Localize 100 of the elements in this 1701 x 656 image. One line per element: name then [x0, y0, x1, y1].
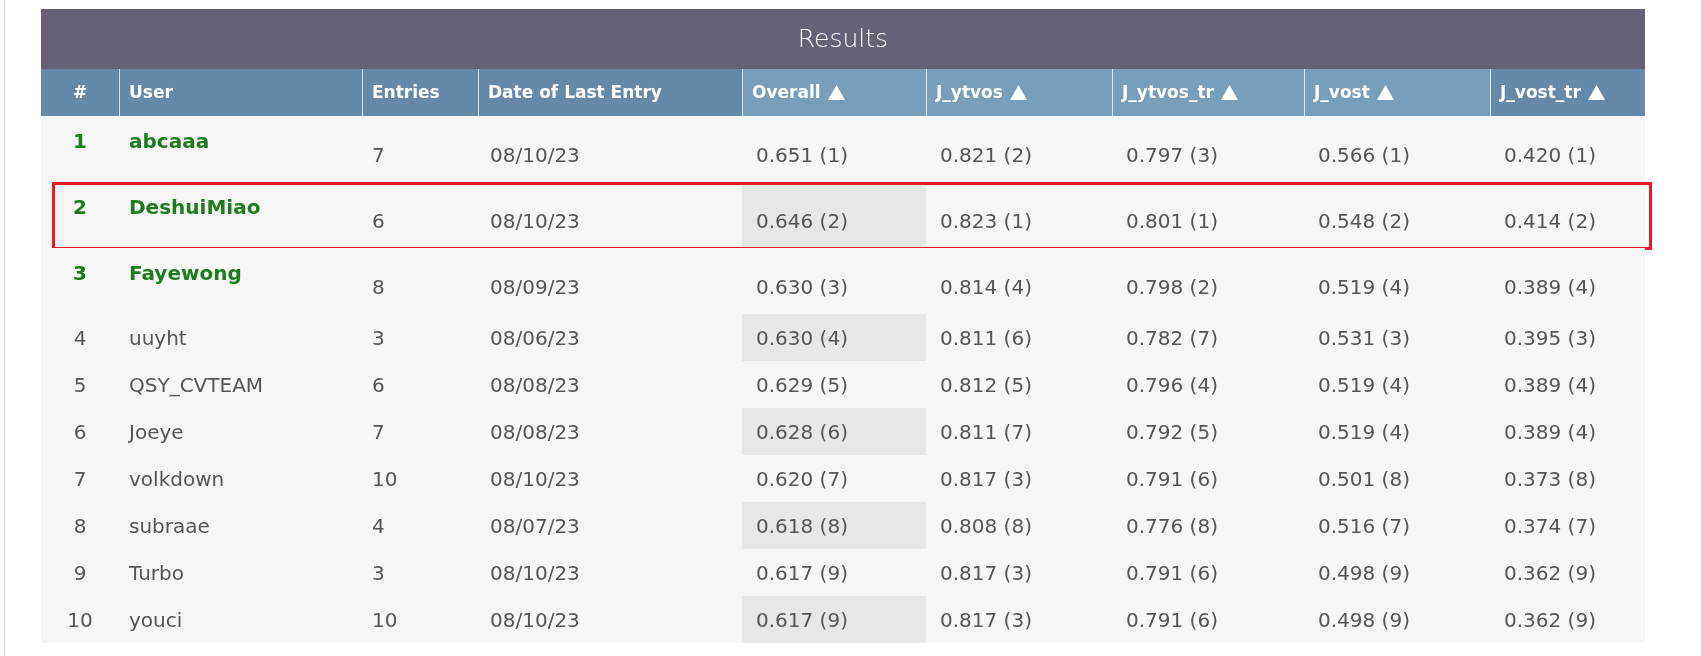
user-name: DeshuiMiao: [129, 194, 261, 221]
entries-count: 4: [372, 512, 385, 540]
score-value: 0.630 (4): [756, 324, 848, 352]
score-value: 0.414 (2): [1504, 208, 1596, 235]
user-name: QSY_CVTEAM: [129, 371, 264, 399]
column-header: Date of Last Entry: [478, 69, 742, 116]
entry-date: 08/06/23: [490, 324, 580, 352]
score-value: 0.420 (1): [1504, 142, 1596, 169]
score-value: 0.617 (9): [756, 559, 848, 587]
rank: 3: [73, 260, 87, 287]
score-value: 0.791 (6): [1126, 465, 1218, 493]
user-name: abcaaa: [129, 128, 210, 155]
score-value: 0.776 (8): [1126, 512, 1218, 540]
score-value: 0.498 (9): [1318, 606, 1410, 634]
entries-count: 7: [372, 418, 385, 446]
score-value: 0.629 (5): [756, 371, 848, 399]
score-value: 0.812 (5): [940, 371, 1032, 399]
column-header: Entries: [362, 69, 478, 116]
entry-date: 08/10/23: [490, 559, 580, 587]
user-name: uuyht: [129, 324, 187, 352]
score-value: 0.501 (8): [1318, 465, 1410, 493]
score-value: 0.362 (9): [1504, 606, 1596, 634]
score-value: 0.620 (7): [756, 465, 848, 493]
score-value: 0.618 (8): [756, 512, 848, 540]
score-value: 0.519 (4): [1318, 418, 1410, 446]
score-value: 0.519 (4): [1318, 274, 1410, 301]
user-name: Turbo: [129, 559, 184, 587]
score-value: 0.374 (7): [1504, 512, 1596, 540]
score-value: 0.801 (1): [1126, 208, 1218, 235]
score-value: 0.817 (3): [940, 465, 1032, 493]
score-value: 0.791 (6): [1126, 559, 1218, 587]
entries-count: 6: [372, 371, 385, 399]
column-header[interactable]: J_ytvos: [926, 69, 1112, 116]
score-value: 0.646 (2): [756, 208, 848, 235]
score-value: 0.389 (4): [1504, 418, 1596, 446]
table-title: Results: [41, 9, 1645, 69]
rank: 10: [67, 606, 93, 634]
score-value: 0.630 (3): [756, 274, 848, 301]
column-header: User: [119, 69, 362, 116]
rank: 8: [73, 512, 87, 540]
score-value: 0.617 (9): [756, 606, 848, 634]
entries-count: 3: [372, 559, 385, 587]
column-header[interactable]: J_vost: [1304, 69, 1490, 116]
entries-count: 8: [372, 274, 385, 301]
score-value: 0.782 (7): [1126, 324, 1218, 352]
entry-date: 08/09/23: [490, 274, 580, 301]
entry-date: 08/10/23: [490, 142, 580, 169]
entry-date: 08/10/23: [490, 465, 580, 493]
score-value: 0.373 (8): [1504, 465, 1596, 493]
entry-date: 08/08/23: [490, 418, 580, 446]
entries-count: 10: [372, 606, 398, 634]
entry-date: 08/10/23: [490, 606, 580, 634]
score-value: 0.395 (3): [1504, 324, 1596, 352]
score-value: 0.821 (2): [940, 142, 1032, 169]
entries-count: 6: [372, 208, 385, 235]
score-value: 0.389 (4): [1504, 371, 1596, 399]
rank: 4: [73, 324, 87, 352]
entries-count: 10: [372, 465, 398, 493]
score-value: 0.548 (2): [1318, 208, 1410, 235]
score-value: 0.811 (7): [940, 418, 1032, 446]
rank: 2: [73, 194, 87, 221]
score-value: 0.796 (4): [1126, 371, 1218, 399]
score-value: 0.531 (3): [1318, 324, 1410, 352]
score-value: 0.519 (4): [1318, 371, 1410, 399]
user-name: Joeye: [129, 418, 184, 446]
score-value: 0.817 (3): [940, 606, 1032, 634]
user-name: volkdown: [129, 465, 225, 493]
column-header[interactable]: J_ytvos_tr: [1112, 69, 1304, 116]
score-value: 0.817 (3): [940, 559, 1032, 587]
score-value: 0.566 (1): [1318, 142, 1410, 169]
score-value: 0.628 (6): [756, 418, 848, 446]
column-header[interactable]: Overall: [742, 69, 926, 116]
entry-date: 08/07/23: [490, 512, 580, 540]
rank: 5: [73, 371, 87, 399]
rank: 7: [73, 465, 87, 493]
score-value: 0.498 (9): [1318, 559, 1410, 587]
score-value: 0.389 (4): [1504, 274, 1596, 301]
entry-date: 08/10/23: [490, 208, 580, 235]
score-value: 0.811 (6): [940, 324, 1032, 352]
score-value: 0.516 (7): [1318, 512, 1410, 540]
score-value: 0.798 (2): [1126, 274, 1218, 301]
column-header: #: [41, 69, 119, 116]
entries-count: 7: [372, 142, 385, 169]
score-value: 0.651 (1): [756, 142, 848, 169]
score-value: 0.362 (9): [1504, 559, 1596, 587]
user-name: subraae: [129, 512, 210, 540]
column-header[interactable]: J_vost_tr: [1490, 69, 1645, 116]
user-name: youci: [129, 606, 183, 634]
score-value: 0.791 (6): [1126, 606, 1218, 634]
rank: 9: [73, 559, 87, 587]
rank: 1: [73, 128, 87, 155]
score-value: 0.792 (5): [1126, 418, 1218, 446]
rank: 6: [73, 418, 87, 446]
score-value: 0.797 (3): [1126, 142, 1218, 169]
score-value: 0.808 (8): [940, 512, 1032, 540]
entry-date: 08/08/23: [490, 371, 580, 399]
score-value: 0.814 (4): [940, 274, 1032, 301]
score-value: 0.823 (1): [940, 208, 1032, 235]
entries-count: 3: [372, 324, 385, 352]
user-name: Fayewong: [129, 260, 242, 287]
